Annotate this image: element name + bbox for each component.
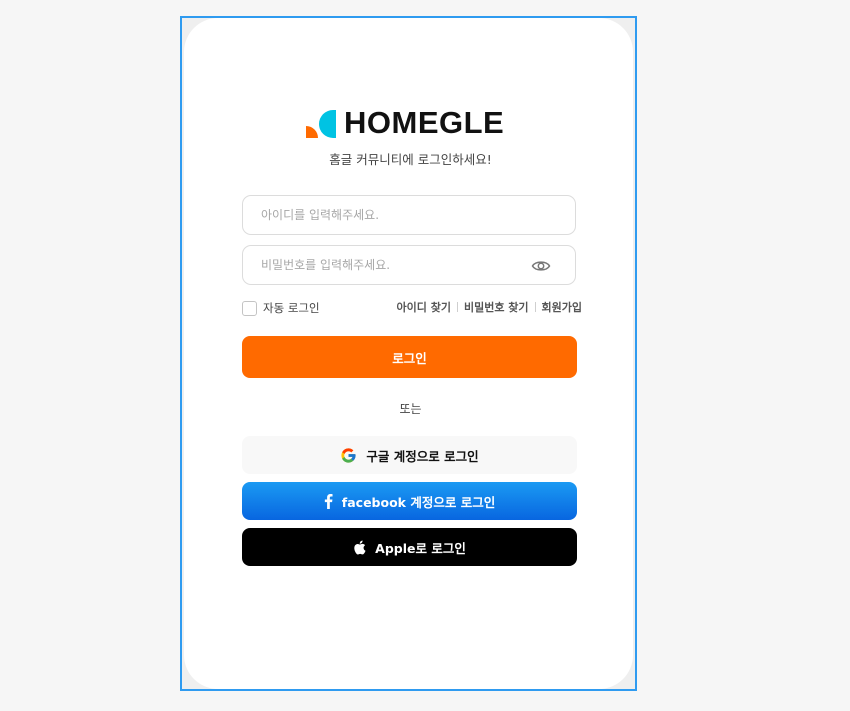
auto-login-label: 자동 로그인: [263, 301, 320, 315]
google-g-icon: [340, 447, 357, 464]
google-login-label: 구글 계정으로 로그인: [366, 448, 479, 464]
id-input[interactable]: [243, 196, 575, 234]
id-field[interactable]: [242, 195, 576, 235]
facebook-login-button[interactable]: facebook 계정으로 로그인: [242, 482, 577, 520]
login-options: 자동 로그인 아이디 찾기 비밀번호 찾기 회원가입: [242, 300, 582, 318]
signup-link[interactable]: 회원가입: [542, 299, 582, 315]
google-login-button[interactable]: 구글 계정으로 로그인: [242, 436, 577, 474]
login-button-label: 로그인: [392, 350, 427, 366]
login-button[interactable]: 로그인: [242, 336, 577, 378]
facebook-login-label: facebook 계정으로 로그인: [341, 494, 496, 510]
apple-login-button[interactable]: Apple로 로그인: [242, 528, 577, 566]
apple-login-label: Apple로 로그인: [375, 540, 466, 556]
eye-icon[interactable]: [531, 258, 551, 274]
password-field[interactable]: [242, 245, 576, 285]
or-divider: 또는: [399, 402, 422, 416]
login-card: HOMEGLE 홈글 커뮤니티에 로그인하세요! 자동 로그인 아이디 찾기: [184, 18, 633, 689]
brand-logo: HOMEGLE: [306, 105, 505, 140]
brand-name: HOMEGLE: [344, 105, 505, 140]
selection-frame: HOMEGLE 홈글 커뮤니티에 로그인하세요! 자동 로그인 아이디 찾기: [180, 16, 637, 691]
facebook-f-icon: [324, 493, 333, 509]
link-divider: [534, 302, 536, 312]
login-subtitle: 홈글 커뮤니티에 로그인하세요!: [329, 152, 492, 167]
link-divider: [456, 302, 458, 312]
apple-icon: [353, 540, 366, 555]
password-input[interactable]: [243, 246, 575, 284]
account-links: 아이디 찾기 비밀번호 찾기 회원가입: [397, 299, 582, 315]
find-id-link[interactable]: 아이디 찾기: [397, 299, 451, 315]
find-password-link[interactable]: 비밀번호 찾기: [464, 299, 529, 315]
auto-login-toggle[interactable]: 자동 로그인: [242, 300, 320, 316]
logo-mark-icon: [306, 108, 336, 138]
auto-login-checkbox[interactable]: [242, 300, 257, 316]
